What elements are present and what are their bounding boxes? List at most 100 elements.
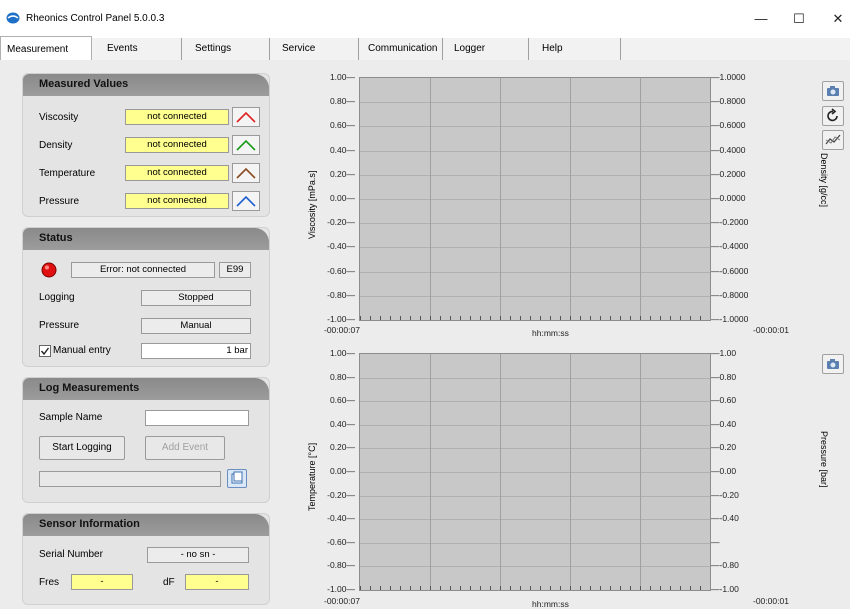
df-label: dF [163, 577, 175, 588]
y-tick-label: 0.20— [329, 169, 355, 179]
pressure-label: Pressure [39, 196, 80, 207]
close-button[interactable]: ✕ [818, 6, 850, 32]
sensor-information-panel: Sensor Information Serial Number - no sn… [22, 513, 270, 605]
tab-events[interactable]: Events [101, 38, 182, 60]
add-event-button[interactable]: Add Event [145, 436, 225, 460]
y-tick-label: 0.40— [329, 419, 355, 429]
pressure-trace-toggle[interactable] [232, 191, 260, 211]
y-tick-label: -0.80— [327, 290, 355, 300]
pressure-value: not connected [125, 193, 229, 209]
tab-measurement[interactable]: Measurement [0, 36, 92, 62]
sample-name-input[interactable] [145, 410, 249, 426]
grid-line-h [360, 175, 710, 176]
tab-logger[interactable]: Logger [448, 38, 529, 60]
tab-label: Measurement [7, 44, 69, 55]
pressure-mode-value: Manual [141, 318, 251, 334]
tab-label: Service [282, 43, 316, 54]
x-end-label: -00:00:01 [753, 596, 789, 606]
y2-tick-label: —0.80 [711, 372, 737, 382]
y2-tick-label: —1.0000 [711, 72, 746, 82]
panel-header: Sensor Information [23, 514, 269, 536]
grid-line-h [360, 151, 710, 152]
y-tick-label: 1.00— [329, 72, 355, 82]
screenshot-button[interactable] [822, 81, 844, 101]
density-trace-toggle[interactable] [232, 135, 260, 155]
screenshot-button-2[interactable] [822, 354, 844, 374]
sample-name-label: Sample Name [39, 412, 103, 423]
tab-service[interactable]: Service [276, 38, 359, 60]
x-minor-ticks [360, 586, 710, 590]
y-tick-label: 0.00— [329, 466, 355, 476]
panel-title: Status [39, 232, 73, 244]
camera-icon [827, 359, 839, 369]
tab-label: Help [542, 43, 563, 54]
serial-number-label: Serial Number [39, 549, 103, 560]
grid-line-v [640, 354, 641, 590]
fres-value: - [71, 574, 133, 590]
browse-button[interactable] [227, 469, 247, 488]
minimize-button[interactable]: — [741, 6, 781, 32]
grid-line-h [360, 378, 710, 379]
grid-line-h [360, 223, 710, 224]
grid-line-h [360, 126, 710, 127]
y2-tick-label: —0.4000 [711, 145, 746, 155]
y-tick-label: -0.40— [327, 241, 355, 251]
title-bar: Rheonics Control Panel 5.0.0.3 — ☐ ✕ [0, 0, 850, 36]
grid-line-h [360, 247, 710, 248]
refresh-button[interactable] [822, 106, 844, 126]
y2-tick-label: —-0.4000 [711, 241, 749, 251]
temperature-value: not connected [125, 165, 229, 181]
tab-help[interactable]: Help [534, 38, 621, 60]
y2-tick-label: —0.40 [711, 419, 737, 429]
y2-tick-label: —-0.6000 [711, 266, 749, 276]
x-end-label: -00:00:01 [753, 325, 789, 335]
grid-line-h [360, 448, 710, 449]
y2-tick-label: —-0.8000 [711, 290, 749, 300]
tab-communication[interactable]: Communication [362, 38, 443, 60]
grid-line-v [570, 354, 571, 590]
y2-tick-label: —-0.80 [711, 560, 739, 570]
maximize-button[interactable]: ☐ [779, 6, 819, 32]
density-label: Density [39, 140, 73, 151]
viscosity-label: Viscosity [39, 112, 79, 123]
y2-tick-label: — [711, 537, 720, 547]
manual-pressure-input[interactable]: 1 bar [141, 343, 251, 359]
checkmark-icon [40, 347, 50, 356]
x-minor-ticks [360, 316, 710, 320]
grid-line-h [360, 472, 710, 473]
start-logging-button[interactable]: Start Logging [39, 436, 125, 460]
y2-tick-label: —0.6000 [711, 120, 746, 130]
y2-tick-label: —-0.20 [711, 490, 739, 500]
measured-values-panel: Measured Values Viscosity not connected … [22, 73, 270, 217]
status-panel: Status Error: not connected E99 Logging … [22, 227, 270, 367]
tab-label: Settings [195, 43, 232, 54]
tab-settings[interactable]: Settings [187, 38, 270, 60]
rheonics-logo-icon [6, 12, 20, 24]
y-tick-label: 0.20— [329, 442, 355, 452]
serial-number-value: - no sn - [147, 547, 249, 563]
grid-line-v [430, 78, 431, 320]
grid-line-v [570, 78, 571, 320]
plot-area[interactable] [359, 77, 711, 321]
viscosity-density-chart: Viscosity [mPa.s] Density [g/cc] -00:00:… [277, 72, 829, 343]
grid-line-v [500, 354, 501, 590]
viscosity-trace-toggle[interactable] [232, 107, 260, 127]
temperature-trace-toggle[interactable] [232, 163, 260, 183]
y-tick-label: 0.60— [329, 395, 355, 405]
grid-line-v [500, 78, 501, 320]
autoscale-button[interactable] [822, 130, 844, 150]
y2-tick-label: —0.60 [711, 395, 737, 405]
trace-icon [236, 167, 256, 179]
manual-entry-label: Manual entry [53, 345, 111, 356]
plot-area[interactable] [359, 353, 711, 591]
tab-bar: Measurement Events Settings Service Comm… [0, 36, 850, 62]
refresh-icon [827, 108, 838, 122]
viscosity-value: not connected [125, 109, 229, 125]
logging-label: Logging [39, 292, 75, 303]
grid-line-h [360, 543, 710, 544]
manual-entry-checkbox[interactable] [39, 345, 51, 357]
grid-line-h [360, 425, 710, 426]
y-tick-label: -0.40— [327, 513, 355, 523]
grid-line-h [360, 566, 710, 567]
tab-label: Communication [368, 43, 438, 54]
